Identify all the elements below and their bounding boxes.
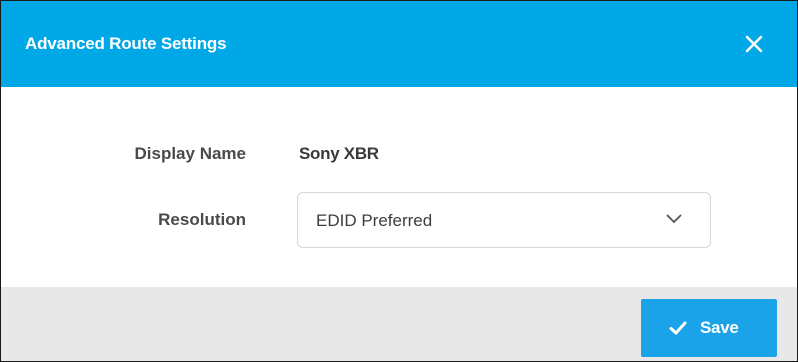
display-name-value: Sony XBR: [299, 144, 379, 163]
display-name-label: Display Name: [134, 144, 247, 163]
check-icon: [669, 321, 687, 335]
close-icon: [745, 35, 763, 53]
resolution-select[interactable]: EDID Preferred: [297, 192, 711, 248]
resolution-selected-value: EDID Preferred: [316, 211, 433, 230]
close-button[interactable]: [741, 31, 767, 57]
save-button[interactable]: Save: [641, 299, 777, 357]
dialog-body: Display Name Sony XBR Resolution EDID Pr…: [1, 87, 797, 287]
dialog-title: Advanced Route Settings: [25, 34, 227, 53]
advanced-route-settings-dialog: Advanced Route Settings Display Name Son…: [0, 0, 798, 362]
dialog-footer: Save: [1, 287, 797, 361]
chevron-down-icon: [666, 214, 682, 223]
resolution-label: Resolution: [158, 210, 246, 229]
dialog-header: Advanced Route Settings: [1, 1, 797, 87]
save-button-label: Save: [700, 318, 739, 337]
